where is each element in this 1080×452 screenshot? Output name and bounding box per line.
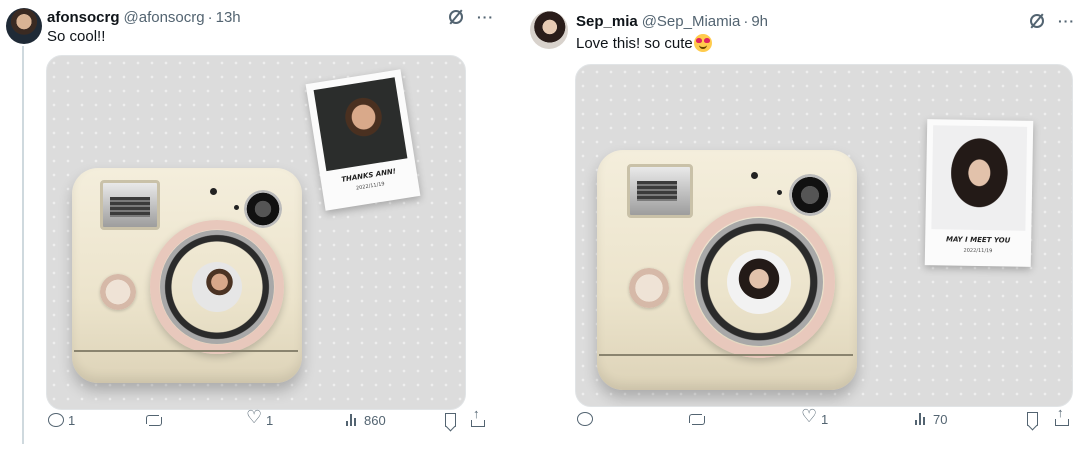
reply-icon: [48, 413, 64, 427]
views-count: 860: [364, 412, 386, 428]
heart-eyes-emoji-icon: [693, 34, 712, 52]
flash-dot: [751, 172, 758, 179]
lens-photo: [727, 250, 791, 314]
bookmark-button[interactable]: [1027, 412, 1038, 426]
tweet-text: Love this! so cute: [576, 34, 712, 52]
like-count: 1: [266, 412, 274, 428]
reply-button[interactable]: 1: [48, 413, 75, 428]
like-icon: [246, 408, 262, 427]
avatar[interactable]: [530, 11, 568, 49]
viewfinder: [100, 180, 160, 230]
viewfinder: [627, 164, 693, 218]
flash-dot: [210, 188, 217, 195]
separator-dot: ·: [207, 9, 213, 26]
share-button[interactable]: [1055, 406, 1069, 426]
tweet-afonsocrg[interactable]: afonsocrg @afonsocrg · 13h ··· So cool!!…: [0, 0, 500, 452]
sensor-dot: [234, 205, 239, 210]
shutter-button: [629, 268, 669, 308]
views-button[interactable]: 70: [915, 412, 947, 427]
light-sensor: [244, 190, 282, 228]
views-icon: [915, 413, 929, 425]
light-sensor: [789, 174, 831, 216]
retweet-icon: [688, 413, 706, 425]
camera-seam: [74, 350, 298, 352]
polaroid-image: [931, 125, 1028, 231]
reply-button[interactable]: [577, 412, 597, 426]
shutter-button: [100, 274, 136, 310]
more-icon[interactable]: ···: [477, 10, 494, 24]
polaroid-caption: MAY I MEET YOU: [945, 235, 1011, 245]
author-handle[interactable]: @afonsocrg: [124, 9, 205, 26]
camera-seam: [599, 354, 853, 356]
polaroid-photo: MAY I MEET YOU 2022/11/19: [924, 119, 1034, 267]
polaroid-date: 2022/11/19: [963, 247, 993, 255]
author-name[interactable]: afonsocrg: [47, 9, 120, 26]
lens-photo: [192, 262, 242, 312]
bookmark-icon: [1027, 412, 1038, 426]
thread-line: [22, 46, 24, 444]
timestamp[interactable]: 9h: [751, 13, 768, 30]
bookmark-button[interactable]: [445, 413, 456, 427]
sensor-dot: [777, 190, 782, 195]
grok-icon[interactable]: [1030, 14, 1044, 28]
retweet-button[interactable]: [145, 414, 167, 426]
instant-camera: [72, 168, 302, 383]
tweet-text-content: Love this! so cute: [576, 34, 693, 52]
share-icon: [471, 407, 485, 427]
tweet-media-image[interactable]: MAY I MEET YOU 2022/11/19: [575, 64, 1073, 407]
avatar[interactable]: [6, 8, 42, 44]
separator-dot: ·: [743, 13, 749, 30]
timestamp[interactable]: 13h: [216, 9, 241, 26]
author-handle[interactable]: @Sep_Miamia: [642, 13, 741, 30]
tweet-top-actions: ···: [1030, 14, 1075, 28]
tweet-sep-mia[interactable]: Sep_mia @Sep_Miamia · 9h ··· Love this! …: [520, 0, 1080, 452]
tweet-top-actions: ···: [449, 10, 494, 24]
author-name[interactable]: Sep_mia: [576, 13, 638, 30]
retweet-icon: [145, 414, 163, 426]
share-icon: [1055, 406, 1069, 426]
polaroid-image: [313, 77, 408, 172]
reply-count: 1: [68, 412, 76, 428]
views-icon: [346, 414, 360, 426]
like-icon: [801, 407, 817, 426]
grok-icon[interactable]: [449, 10, 463, 24]
share-button[interactable]: [471, 407, 485, 427]
like-button[interactable]: 1: [246, 408, 274, 428]
instant-camera: [597, 150, 857, 390]
reply-icon: [577, 412, 593, 426]
more-icon[interactable]: ···: [1058, 14, 1075, 28]
tweet-header: afonsocrg @afonsocrg · 13h: [47, 9, 241, 26]
like-count: 1: [821, 411, 829, 427]
retweet-button[interactable]: [688, 413, 710, 425]
tweet-media-image[interactable]: THANKS ANN! 2022/11/19: [46, 55, 466, 410]
views-button[interactable]: 860: [346, 413, 386, 428]
bookmark-icon: [445, 413, 456, 427]
like-button[interactable]: 1: [801, 407, 829, 427]
views-count: 70: [933, 411, 948, 427]
tweet-header: Sep_mia @Sep_Miamia · 9h: [576, 13, 768, 30]
tweet-text: So cool!!: [47, 28, 106, 45]
polaroid-photo: THANKS ANN! 2022/11/19: [305, 69, 421, 211]
